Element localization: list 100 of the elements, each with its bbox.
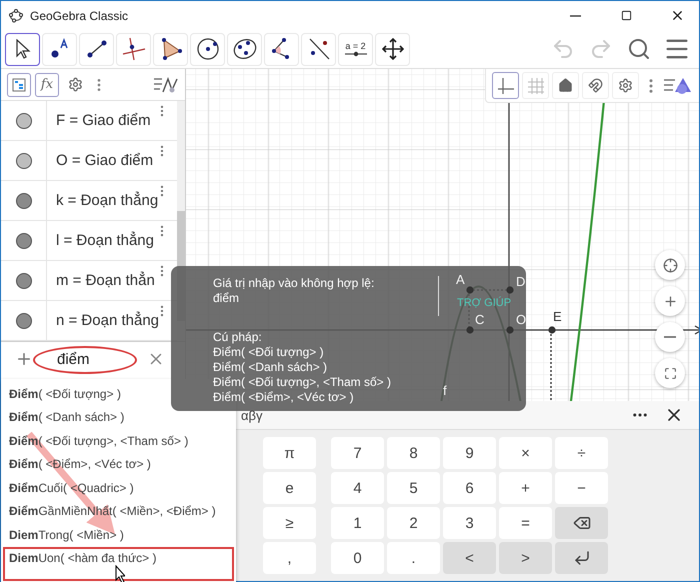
move-arrows-icon	[382, 38, 404, 60]
keyboard-key[interactable]: 9	[443, 437, 496, 469]
window-title: GeoGebra Classic	[30, 8, 130, 22]
algebra-row[interactable]: O = Giao điểm	[1, 141, 177, 181]
slider-tool-label: a = 2	[345, 41, 366, 51]
syntax-line: Điểm( <Đối tượng> )	[213, 345, 324, 360]
perpendicular-lines-icon	[122, 37, 146, 61]
slider-icon	[344, 51, 368, 57]
point-label: E	[553, 309, 562, 324]
keyboard-key[interactable]: 3	[443, 507, 496, 539]
keyboard-key[interactable]: 7	[331, 437, 384, 469]
suggestion-item[interactable]: Điểm( <Điểm>, <Véc tơ> )	[9, 457, 151, 472]
syntax-line: Điểm( <Điểm>, <Véc tơ> )	[213, 390, 354, 405]
keyboard-key[interactable]: ≥	[263, 507, 316, 539]
keyboard-key[interactable]: e	[263, 472, 316, 504]
redo-icon	[589, 37, 613, 61]
home-icon	[558, 78, 573, 93]
point-marker[interactable]	[506, 286, 514, 294]
reflect-point-icon	[306, 37, 330, 61]
plus-icon	[15, 350, 33, 368]
suggestion-item[interactable]: Điểm( <Đối tượng> )	[9, 386, 121, 401]
minimize-icon	[570, 14, 580, 16]
algebra-row[interactable]: F = Giao điểm	[1, 101, 177, 141]
function-label: f	[443, 383, 447, 398]
arrow-cursor-icon	[14, 39, 30, 59]
keyboard-key[interactable]: >	[499, 542, 552, 574]
point-label: C	[475, 312, 484, 327]
algebra-entry: m = Đoạn thẳn	[55, 272, 155, 289]
keyboard-key[interactable]: .	[387, 542, 440, 574]
keyboard-key[interactable]: <	[443, 542, 496, 574]
style-button[interactable]	[492, 72, 519, 99]
tree-view-icon	[12, 78, 26, 92]
crosshair-icon	[662, 258, 678, 272]
keyboard-key[interactable]	[555, 542, 608, 574]
keyboard-key[interactable]: +	[499, 472, 552, 504]
plus-icon	[662, 294, 678, 308]
circle-icon	[196, 37, 220, 61]
maximize-icon	[620, 10, 632, 21]
settings-icon	[68, 77, 82, 92]
axes-icon	[496, 76, 514, 94]
keyboard-key[interactable]: ÷	[555, 437, 608, 469]
algebra-entry: l = Đoạn thẳng	[55, 232, 154, 249]
algebra-entry: n = Đoạn thẳng	[55, 312, 160, 329]
input-field[interactable]: điểm	[47, 350, 127, 368]
tool-button[interactable]	[5, 32, 40, 66]
keyboard-key[interactable]: −	[555, 472, 608, 504]
syntax-title: Cú pháp:	[213, 330, 262, 345]
point-marker[interactable]	[466, 326, 474, 334]
suggestion-item[interactable]: Điểm( <Danh sách> )	[9, 410, 124, 424]
suggestion-item[interactable]: DiemUon( <hàm đa thức> )	[9, 551, 156, 566]
view-toggle-button[interactable]	[7, 72, 31, 96]
algebra-row[interactable]: l = Đoạn thẳng	[1, 221, 177, 261]
syntax-line: Điểm( <Đối tượng>, <Tham số> )	[213, 375, 391, 390]
search-icon	[627, 37, 651, 61]
undo-icon	[551, 37, 575, 61]
suggestion-item[interactable]: Điểm( <Đối tượng>, <Tham số> )	[9, 434, 188, 448]
keyboard-key[interactable]: 5	[387, 472, 440, 504]
keyboard-key[interactable]: 4	[331, 472, 384, 504]
point-marker[interactable]	[466, 286, 474, 294]
ellipse-icon	[232, 37, 258, 61]
segment-icon	[84, 38, 108, 60]
keyboard-key[interactable]: 1	[331, 507, 384, 539]
keyboard-key[interactable]: ,	[263, 542, 316, 574]
error-value: điểm	[213, 291, 240, 306]
visibility-dot[interactable]	[16, 152, 32, 168]
graphics-style-icon[interactable]	[663, 76, 693, 96]
keyboard-key[interactable]: =	[499, 507, 552, 539]
keyboard-key[interactable]: 0	[331, 542, 384, 574]
point-marker[interactable]	[506, 326, 514, 334]
suggestion-item[interactable]: ĐiểmGầnMiềnNhất( <Miền>, <Điểm> )	[9, 504, 216, 518]
syntax-line: Điểm( <Danh sách> )	[213, 360, 328, 375]
algebra-row[interactable]: k = Đoạn thẳng	[1, 181, 177, 221]
point-label: O	[516, 312, 526, 327]
minus-icon	[664, 336, 676, 338]
keyboard-key[interactable]: 8	[387, 437, 440, 469]
visibility-dot[interactable]	[16, 112, 32, 128]
visibility-dot[interactable]	[16, 232, 32, 248]
settings-icon	[618, 78, 633, 93]
algebra-style-icon[interactable]	[153, 76, 179, 94]
suggestion-item[interactable]: DiemTrong( <Miền> )	[9, 528, 124, 542]
keyboard-key[interactable]: π	[263, 437, 316, 469]
point-marker[interactable]	[548, 326, 556, 334]
keyboard-key[interactable]	[555, 507, 608, 539]
keyboard-key[interactable]: ×	[499, 437, 552, 469]
keyboard-key[interactable]: 2	[387, 507, 440, 539]
error-message: Giá trị nhập vào không hợp lệ:	[213, 276, 374, 291]
suggestion-item[interactable]: ĐiểmCuối( <Quadric> )	[9, 480, 134, 495]
fullscreen-icon	[664, 366, 676, 380]
visibility-dot[interactable]	[16, 272, 32, 288]
visibility-dot[interactable]	[16, 192, 32, 208]
view-toggle-button[interactable]: fx	[35, 72, 59, 96]
magnet-icon	[588, 78, 603, 93]
backspace-icon	[572, 514, 590, 532]
visibility-dot[interactable]	[16, 312, 32, 328]
algebra-entry: F = Giao điểm	[55, 112, 151, 129]
enter-icon	[572, 549, 590, 567]
tool-button[interactable]: a = 2	[338, 32, 373, 66]
point-label: D	[516, 274, 526, 289]
keyboard-key[interactable]: 6	[443, 472, 496, 504]
grid-icon	[526, 76, 544, 94]
